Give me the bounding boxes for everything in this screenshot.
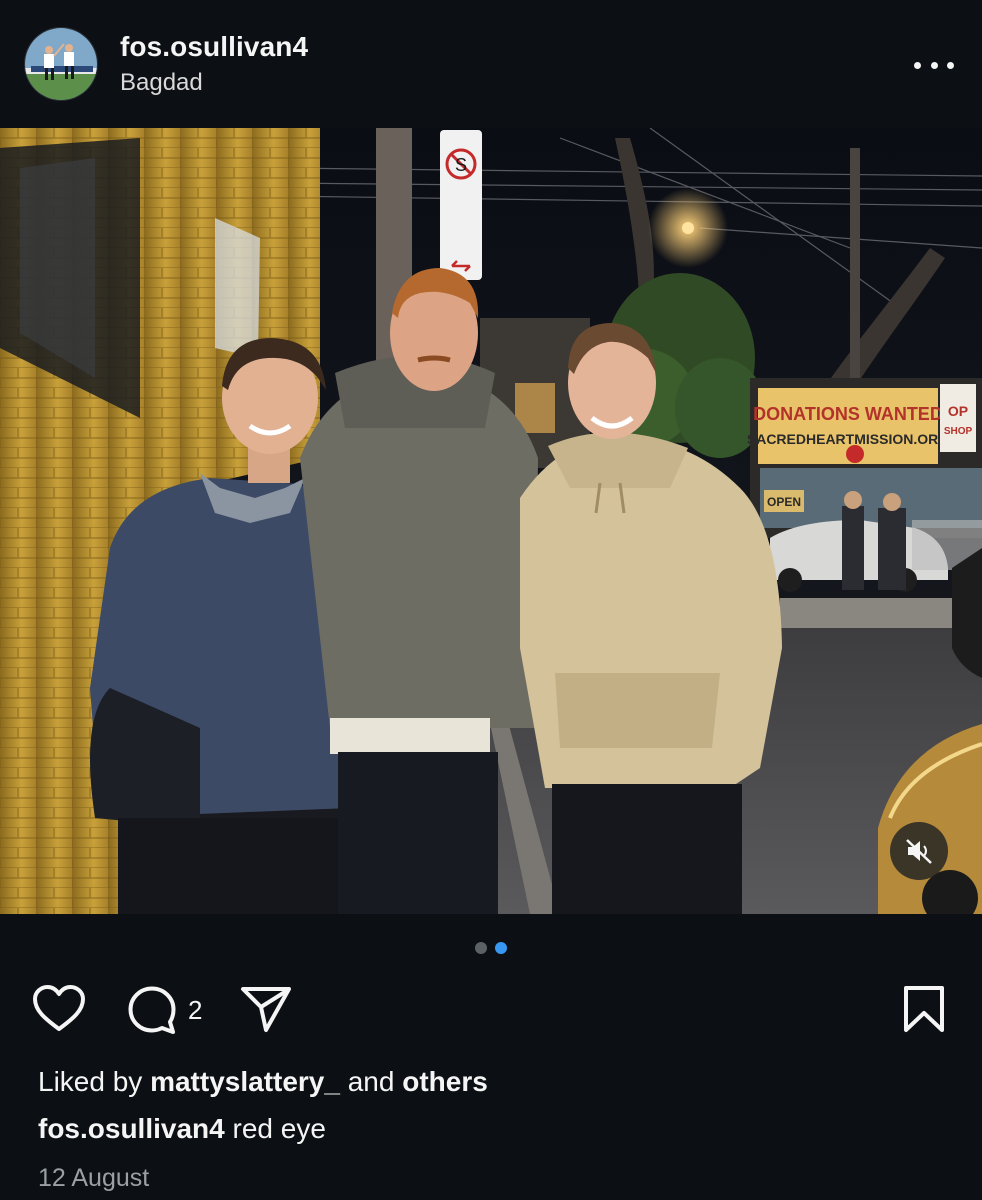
carousel-indicator xyxy=(0,942,982,954)
parking-sign: S xyxy=(440,130,482,280)
more-horizontal-icon xyxy=(914,61,921,69)
comment-button[interactable]: 2 xyxy=(126,984,202,1036)
post-photo[interactable]: S DONATIONS WANTED SACREDHEARTMISSION.OR… xyxy=(0,128,982,914)
save-button[interactable] xyxy=(902,984,946,1034)
likes-summary: Liked by mattyslattery_ and others xyxy=(38,1066,488,1098)
share-button[interactable] xyxy=(240,984,292,1034)
svg-text:SACREDHEARTMISSION.ORG: SACREDHEARTMISSION.ORG xyxy=(747,431,949,447)
carousel-dot-active[interactable] xyxy=(495,942,507,954)
heart-icon xyxy=(33,985,85,1031)
liked-by-user-link[interactable]: mattyslattery_ xyxy=(150,1066,340,1097)
paper-plane-icon xyxy=(241,987,291,1032)
user-meta: fos.osullivan4 Bagdad xyxy=(120,31,308,97)
comment-count: 2 xyxy=(188,994,203,1025)
post-date[interactable]: 12 August xyxy=(38,1164,149,1193)
likes-conjunction: and xyxy=(347,1066,395,1097)
caption: fos.osullivan4 red eye xyxy=(38,1113,326,1145)
svg-text:SHOP: SHOP xyxy=(944,426,973,437)
svg-text:OP: OP xyxy=(948,403,968,419)
carousel-dot[interactable] xyxy=(475,942,487,954)
username-link[interactable]: fos.osullivan4 xyxy=(120,31,308,63)
caption-text: red eye xyxy=(232,1113,326,1144)
location-link[interactable]: Bagdad xyxy=(120,69,308,97)
post-header: fos.osullivan4 Bagdad xyxy=(0,0,982,128)
action-bar: 2 xyxy=(0,984,982,1040)
instagram-post: fos.osullivan4 Bagdad S DONATIONS WANTED… xyxy=(0,0,982,1200)
svg-text:S: S xyxy=(455,155,467,175)
avatar[interactable] xyxy=(24,27,98,101)
more-options-button[interactable] xyxy=(914,50,954,80)
svg-text:DONATIONS WANTED: DONATIONS WANTED xyxy=(753,404,943,424)
like-button[interactable] xyxy=(32,984,86,1034)
mute-toggle-button[interactable] xyxy=(890,822,948,880)
comment-bubble-icon xyxy=(128,986,176,1034)
op-shop-storefront: DONATIONS WANTED SACREDHEARTMISSION.ORG … xyxy=(747,378,982,538)
caption-username-link[interactable]: fos.osullivan4 xyxy=(38,1113,225,1144)
bookmark-icon xyxy=(904,986,944,1032)
likes-prefix: Liked by xyxy=(38,1066,143,1097)
speaker-muted-icon xyxy=(906,839,932,864)
svg-text:OPEN: OPEN xyxy=(767,495,801,509)
likes-others-link[interactable]: others xyxy=(402,1066,488,1097)
